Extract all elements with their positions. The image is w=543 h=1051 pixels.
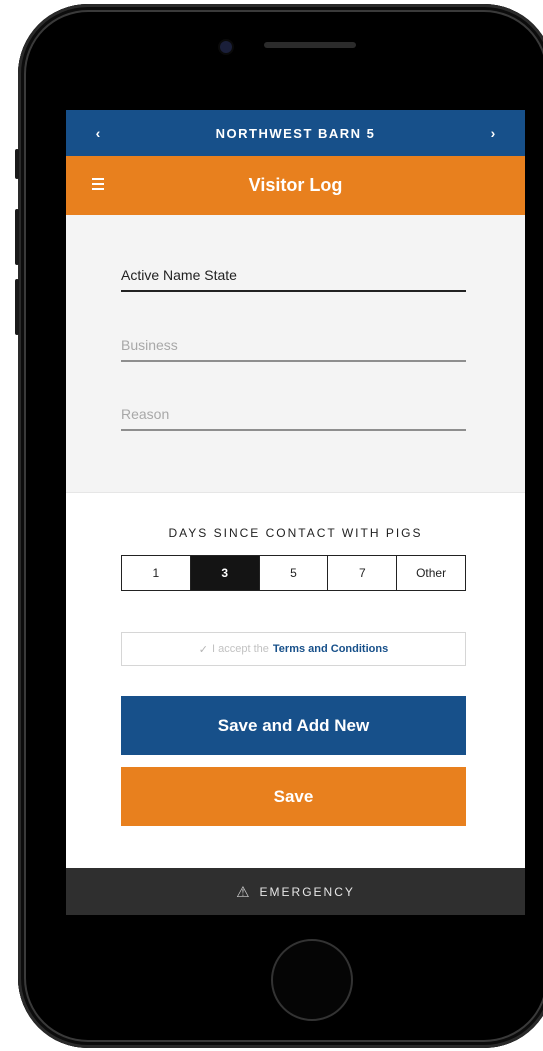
terms-link[interactable]: Terms and Conditions [273,643,388,655]
days-segmented-control: 1 3 5 7 Other [121,555,466,591]
warning-icon: ⚠ [236,883,252,901]
page-header: Visitor Log [66,156,525,215]
day-option-7[interactable]: 7 [328,556,398,590]
emergency-label: EMERGENCY [259,884,355,899]
home-button[interactable] [271,939,353,1021]
reason-field[interactable] [121,399,466,431]
mute-switch [15,149,19,179]
day-option-1[interactable]: 1 [122,556,191,590]
barn-nav-bar: ‹ NORTHWEST BARN 5 › [66,110,525,156]
save-and-add-new-button[interactable]: Save and Add New [121,696,466,755]
save-button[interactable]: Save [121,767,466,826]
chevron-left-icon[interactable]: ‹ [78,110,118,156]
name-field[interactable] [121,260,466,292]
terms-checkbox[interactable]: ✓ I accept the Terms and Conditions [121,632,466,666]
volume-up-button [15,209,19,265]
front-camera [220,41,232,53]
day-option-3[interactable]: 3 [190,556,260,590]
earpiece-speaker [264,42,356,48]
terms-prefix-text: I accept the [212,643,269,655]
app-screen: ‹ NORTHWEST BARN 5 › Visitor Log DAYS SI… [66,110,525,915]
chevron-right-icon[interactable]: › [473,110,513,156]
days-since-contact-label: DAYS SINCE CONTACT WITH PIGS [168,526,423,540]
barn-title: NORTHWEST BARN 5 [215,125,376,141]
day-option-other[interactable]: Other [397,556,465,590]
emergency-button[interactable]: ⚠ EMERGENCY [66,868,525,915]
day-option-5[interactable]: 5 [259,556,329,590]
checkmark-icon: ✓ [198,643,209,656]
hamburger-menu-icon[interactable] [92,178,104,190]
volume-down-button [15,279,19,335]
business-field[interactable] [121,330,466,362]
page-title: Visitor Log [248,175,343,195]
